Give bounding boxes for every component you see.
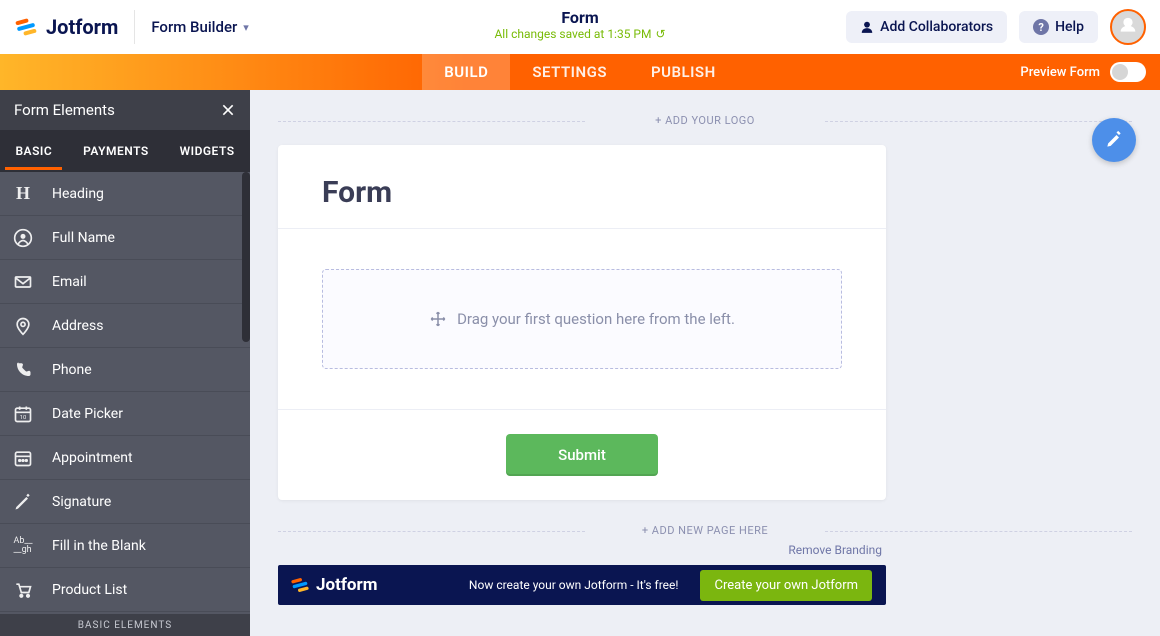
header-right: Add Collaborators ? Help [846,9,1146,45]
sidebar-tabs: BASIC PAYMENTS WIDGETS [0,130,250,172]
elements-sidebar: Form Elements BASIC PAYMENTS WIDGETS HHe… [0,90,250,636]
signature-icon [12,491,34,513]
element-email[interactable]: Email [0,260,250,304]
sidebar-title: Form Elements [14,101,115,119]
promo-text: Now create your own Jotform - It's free! [469,578,679,592]
tab-settings[interactable]: SETTINGS [510,54,629,90]
user-avatar[interactable] [1110,9,1146,45]
help-button[interactable]: ? Help [1019,11,1098,43]
calendar-icon: 10 [12,403,34,425]
brand-name: Jotform [46,15,118,39]
drop-hint: Drag your first question here from the l… [457,310,735,328]
form-builder-dropdown[interactable]: Form Builder ▾ [151,18,249,36]
appointment-icon [12,447,34,469]
form-title-header[interactable]: Form [494,8,665,27]
drop-zone-section: Drag your first question here from the l… [278,229,886,410]
heading-icon: H [12,183,34,205]
promo-cta-button[interactable]: Create your own Jotform [700,570,872,601]
submit-button[interactable]: Submit [506,434,658,476]
element-date-picker[interactable]: 10Date Picker [0,392,250,436]
help-icon: ? [1033,19,1049,35]
form-builder-label: Form Builder [151,18,237,36]
element-product-list[interactable]: Product List [0,568,250,612]
preview-form-toggle-wrap: Preview Form [1020,54,1146,90]
revision-history-icon[interactable]: ↺ [655,27,665,41]
element-appointment[interactable]: Appointment [0,436,250,480]
element-full-name[interactable]: Full Name [0,216,250,260]
main-nav-tabs: BUILD SETTINGS PUBLISH [422,54,737,90]
element-signature[interactable]: Signature [0,480,250,524]
sidebar-header: Form Elements [0,90,250,130]
element-fill-blank[interactable]: Ab____ghFill in the Blank [0,524,250,568]
form-card: Form Drag your first question here from … [278,145,886,500]
mail-icon [12,271,34,293]
svg-text:10: 10 [20,415,27,421]
app-header: Jotform Form Builder ▾ Form All changes … [0,0,1160,54]
form-canvas: + ADD YOUR LOGO Form Drag your first que… [250,90,1160,636]
submit-row: Submit [278,410,886,500]
remove-branding-link[interactable]: Remove Branding [278,543,886,557]
preview-form-label: Preview Form [1020,65,1100,80]
pin-icon [12,315,34,337]
promo-logo: Jotform [290,575,377,595]
header-center: Form All changes saved at 1:35 PM ↺ [494,8,665,41]
move-icon [429,310,447,328]
sidebar-tab-widgets[interactable]: WIDGETS [180,144,235,158]
tab-build[interactable]: BUILD [422,54,510,90]
element-phone[interactable]: Phone [0,348,250,392]
promo-banner: Jotform Now create your own Jotform - It… [278,565,886,605]
main-nav-bar: BUILD SETTINGS PUBLISH Preview Form [0,54,1160,90]
add-collaborators-button[interactable]: Add Collaborators [846,11,1007,43]
brand-logo[interactable]: Jotform [14,10,135,44]
user-icon [12,227,34,249]
phone-icon [12,359,34,381]
element-heading[interactable]: HHeading [0,172,250,216]
jotform-logo-icon [14,15,38,39]
jotform-logo-icon [290,575,310,595]
fill-blank-icon: Ab____gh [12,535,34,557]
sidebar-footer: BASIC ELEMENTS [0,614,250,636]
save-status: All changes saved at 1:35 PM ↺ [494,27,665,41]
cart-icon [12,579,34,601]
preview-form-toggle[interactable] [1110,62,1146,82]
drop-zone[interactable]: Drag your first question here from the l… [322,269,842,369]
add-page-button[interactable]: + ADD NEW PAGE HERE [278,524,1132,537]
add-logo-button[interactable]: + ADD YOUR LOGO [278,114,1132,127]
element-address[interactable]: Address [0,304,250,348]
sidebar-tab-basic[interactable]: BASIC [15,144,52,158]
tab-publish[interactable]: PUBLISH [629,54,738,90]
elements-list[interactable]: HHeading Full Name Email Address Phone 1… [0,172,250,614]
close-sidebar-icon[interactable] [220,102,236,118]
sidebar-tab-payments[interactable]: PAYMENTS [83,144,149,158]
user-plus-icon [860,20,874,34]
form-title-block[interactable]: Form [278,145,886,229]
form-designer-fab[interactable] [1092,118,1136,162]
form-title: Form [322,175,842,210]
chevron-down-icon: ▾ [243,21,249,34]
scrollbar[interactable] [242,172,250,342]
